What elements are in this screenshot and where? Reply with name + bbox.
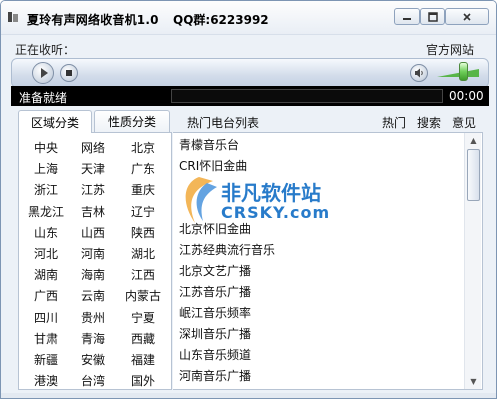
region-item[interactable]: 广东	[118, 160, 168, 177]
tab-nature[interactable]: 性质分类	[94, 110, 170, 132]
station-item[interactable]: 北京文艺广播	[179, 262, 251, 279]
minimize-button[interactable]	[394, 8, 420, 25]
region-item[interactable]: 湖南	[21, 266, 71, 283]
app-icon	[8, 12, 18, 22]
hot-link[interactable]: 热门	[382, 114, 406, 131]
station-item[interactable]: 江苏音乐广播	[179, 283, 251, 300]
maximize-button[interactable]	[420, 8, 445, 25]
play-button[interactable]	[32, 62, 54, 84]
region-item[interactable]: 山西	[68, 224, 118, 241]
scrollbar-thumb[interactable]	[467, 149, 480, 201]
region-item[interactable]: 湖北	[118, 245, 168, 262]
region-panel: 中央 网络 北京上海 天津 广东浙江 江苏 重庆黑龙江 吉林 辽宁山东 山西 陕西河北 河南 湖北湖南海…	[18, 132, 172, 390]
region-item[interactable]: 港澳	[21, 372, 71, 389]
stop-button[interactable]	[60, 64, 78, 82]
region-item[interactable]: 海南	[68, 266, 118, 283]
region-item[interactable]: 重庆	[118, 181, 168, 198]
region-item[interactable]: 内蒙古	[118, 287, 168, 304]
scroll-down-arrow-icon[interactable]: ▼	[467, 375, 480, 388]
region-item[interactable]: 台湾	[68, 372, 118, 389]
scrollbar[interactable]: ▲ ▼	[464, 133, 481, 389]
region-item[interactable]: 安徽	[68, 351, 118, 368]
region-item[interactable]: 山东	[21, 224, 71, 241]
station-item[interactable]: 河南音乐广播	[179, 367, 251, 384]
app-window: 夏玲有声网络收音机1.0 QQ群:6223992 正在收听： 官方网站 准备就绪…	[0, 0, 497, 399]
minimize-icon	[403, 17, 411, 20]
scroll-up-arrow-icon[interactable]: ▲	[467, 134, 480, 147]
playback-time: 00:00	[449, 89, 484, 103]
station-item[interactable]: 青檬音乐台	[179, 136, 239, 153]
region-item[interactable]: 陕西	[118, 224, 168, 241]
volume-slider[interactable]	[437, 68, 479, 78]
region-item[interactable]: 天津	[68, 160, 118, 177]
station-item[interactable]: 山东音乐频道	[179, 346, 251, 363]
region-item[interactable]: 国外	[118, 372, 168, 389]
region-item[interactable]: 福建	[118, 351, 168, 368]
region-item[interactable]: 北京	[118, 139, 168, 156]
region-item[interactable]: 江西	[118, 266, 168, 283]
speaker-icon	[415, 68, 423, 78]
region-item[interactable]: 甘肃	[21, 330, 71, 347]
region-item[interactable]: 辽宁	[118, 203, 168, 220]
region-item[interactable]: 新疆	[21, 351, 71, 368]
maximize-icon	[427, 11, 438, 22]
region-item[interactable]: 云南	[68, 287, 118, 304]
playback-progress[interactable]	[171, 89, 443, 103]
region-item[interactable]: 浙江	[21, 181, 71, 198]
qq-group-text: QQ群:6223992	[173, 13, 269, 27]
region-item[interactable]: 青海	[68, 330, 118, 347]
station-item[interactable]: CRI怀旧金曲	[179, 157, 247, 174]
title-bar[interactable]: 夏玲有声网络收音机1.0 QQ群:6223992	[1, 1, 496, 35]
player-control-bar	[11, 58, 489, 88]
status-text: 准备就绪	[19, 91, 68, 105]
region-item[interactable]: 黑龙江	[21, 203, 71, 220]
region-item[interactable]: 宁夏	[118, 309, 168, 326]
official-site-link[interactable]: 官方网站	[426, 41, 474, 58]
volume-button[interactable]	[410, 64, 428, 82]
region-item[interactable]: 河南	[68, 245, 118, 262]
region-item[interactable]: 西藏	[118, 330, 168, 347]
close-icon	[463, 12, 471, 21]
region-item[interactable]: 广西	[21, 287, 71, 304]
volume-slider-handle[interactable]	[459, 62, 468, 81]
region-item[interactable]: 中央	[21, 139, 71, 156]
station-item[interactable]: 江苏经典流行音乐	[179, 241, 275, 258]
region-item[interactable]: 网络	[68, 139, 118, 156]
feedback-link[interactable]: 意见	[452, 114, 476, 131]
window-bottom-edge	[1, 393, 496, 398]
search-link[interactable]: 搜索	[417, 114, 441, 131]
window-title: 夏玲有声网络收音机1.0	[27, 13, 159, 27]
station-item[interactable]: 北京怀旧金曲	[179, 220, 251, 237]
region-item[interactable]: 江苏	[68, 181, 118, 198]
region-item[interactable]: 吉林	[68, 203, 118, 220]
status-bar: 准备就绪 00:00	[11, 86, 489, 106]
region-item[interactable]: 河北	[21, 245, 71, 262]
tab-region[interactable]: 区域分类	[18, 110, 92, 133]
station-item[interactable]: 深圳音乐广播	[179, 325, 251, 342]
hot-station-list-title: 热门电台列表	[187, 116, 260, 130]
station-list-panel: 青檬音乐台 CRI怀旧金曲 北京怀旧金曲江苏经典流行音乐 北京文艺广播 江苏音乐广播 岷江…	[173, 132, 483, 390]
station-item[interactable]: 岷江音乐频率	[179, 304, 251, 321]
region-item[interactable]: 上海	[21, 160, 71, 177]
close-button[interactable]	[445, 8, 489, 25]
now-playing-label: 正在收听：	[15, 43, 76, 57]
region-item[interactable]: 贵州	[68, 309, 118, 326]
region-item[interactable]: 四川	[21, 309, 71, 326]
